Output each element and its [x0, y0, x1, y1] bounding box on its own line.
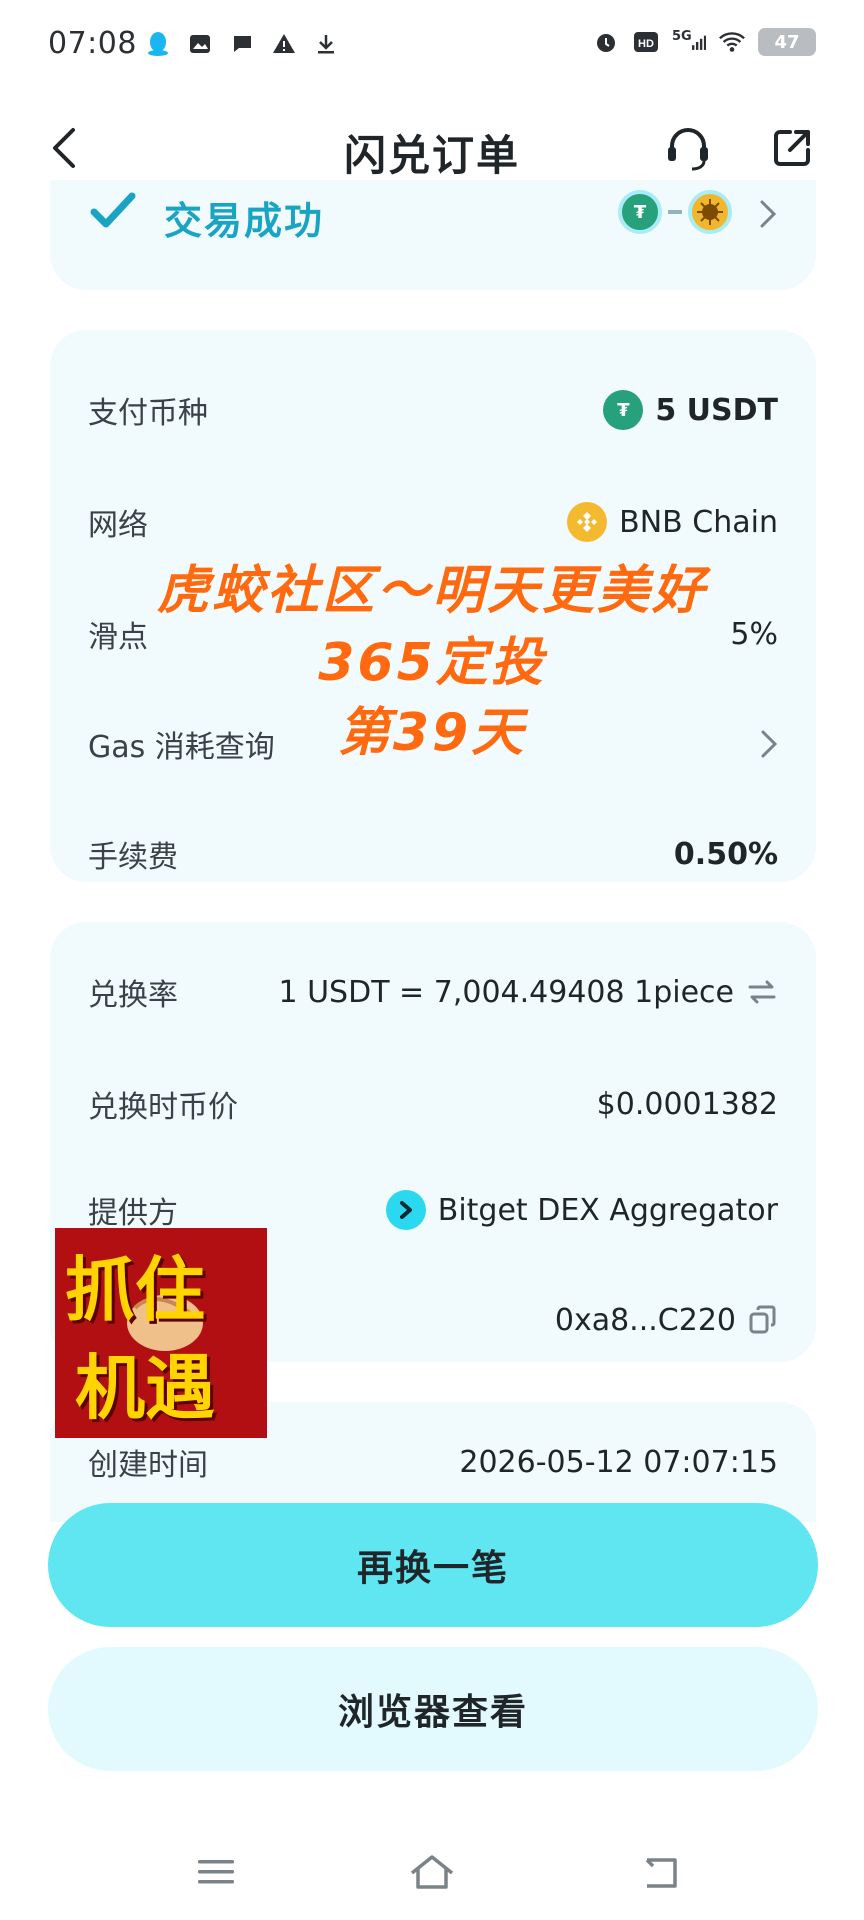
tether-icon: ₮: [603, 390, 644, 430]
message-icon: [228, 30, 256, 58]
trade-pair: ₮: [618, 190, 732, 234]
price-row: 兑换时币价 $0.0001382: [88, 1074, 778, 1134]
menu-button[interactable]: [184, 1840, 248, 1904]
provider-value: Bitget DEX Aggregator: [437, 1192, 778, 1228]
exchange-rate-value-wrap: 1 USDT = 7,004.49408 1piece: [278, 975, 778, 1010]
sticker-line-2: 机遇: [75, 1347, 215, 1429]
headset-icon: [668, 128, 708, 171]
seize-opportunity-sticker: 抓住 机遇: [55, 1228, 267, 1438]
bitget-icon: [385, 1190, 426, 1230]
created-time-label: 创建时间: [88, 1448, 208, 1483]
exchange-rate-value: 1 USDT = 7,004.49408 1piece: [278, 974, 734, 1010]
pair-separator: [668, 210, 682, 214]
exchange-rate-label: 兑换率: [88, 978, 178, 1013]
watermark-line-1: 虎蛟社区～明天更美好: [156, 561, 707, 621]
network-row: 网络 BNB Chain: [88, 492, 778, 552]
signal-icon: 5G: [672, 28, 706, 56]
usdt-coin-icon: ₮: [618, 190, 662, 234]
payment-coin-row: 支付币种 ₮ 5 USDT: [88, 380, 778, 440]
1piece-coin-icon: [688, 190, 732, 234]
network-label: 5G: [672, 28, 692, 44]
home-button[interactable]: [400, 1840, 464, 1904]
system-navigation-bar: [0, 1830, 864, 1920]
sticker-line-1: 抓住: [65, 1249, 205, 1331]
hd-icon: HD: [632, 28, 660, 56]
network-label: 网络: [88, 508, 148, 543]
warning-icon: [270, 30, 298, 58]
created-time-value: 2026-05-12 07:07:15: [459, 1444, 778, 1480]
payment-coin-label: 支付币种: [88, 396, 208, 431]
notification-icons: [144, 30, 340, 58]
price-value: $0.0001382: [596, 1086, 778, 1122]
alarm-icon: [592, 28, 620, 56]
download-icon: [312, 30, 340, 58]
contract-value-wrap: 0xa8...C220: [555, 1303, 778, 1338]
view-in-explorer-button[interactable]: 浏览器查看: [48, 1647, 818, 1771]
status-time: 07:08: [48, 26, 137, 61]
network-value-wrap: BNB Chain: [567, 502, 778, 542]
qq-icon: [144, 30, 172, 58]
contract-address: 0xa8...C220: [554, 1302, 736, 1338]
fee-label: 手续费: [88, 840, 178, 875]
created-time-row: 创建时间 2026-05-12 07:07:15: [88, 1432, 778, 1492]
watermark-line-3: 第39天: [337, 703, 527, 763]
swap-again-button[interactable]: 再换一笔: [48, 1503, 818, 1627]
exchange-rate-row: 兑换率 1 USDT = 7,004.49408 1piece: [88, 962, 778, 1022]
watermark-line-2: 365定投: [318, 633, 546, 693]
check-icon: [90, 192, 136, 228]
system-icons: HD 5G 47: [592, 28, 816, 56]
customer-service-button[interactable]: [652, 112, 724, 184]
status-bar: 07:08 HD 5G 47: [0, 0, 864, 92]
provider-value-wrap: Bitget DEX Aggregator: [385, 1190, 778, 1230]
battery-indicator: 47: [758, 28, 816, 56]
menu-icon: [198, 1860, 234, 1884]
chevron-right-icon: [752, 194, 784, 234]
provider-label: 提供方: [88, 1196, 178, 1231]
bnb-chain-icon: [567, 502, 608, 542]
copy-icon[interactable]: [748, 1304, 778, 1336]
payment-coin-value: 5 USDT: [655, 392, 778, 428]
share-button[interactable]: [756, 112, 828, 184]
fee-row: 手续费 0.50%: [88, 824, 778, 884]
return-icon: [645, 1858, 677, 1888]
trade-status-card[interactable]: 交易成功 ₮: [50, 180, 816, 290]
home-icon: [410, 1855, 454, 1889]
fee-value: 0.50%: [673, 836, 778, 872]
network-value: BNB Chain: [619, 504, 778, 540]
back-nav-button[interactable]: [628, 1840, 692, 1904]
price-label: 兑换时币价: [88, 1090, 238, 1125]
trade-status-text: 交易成功: [164, 199, 325, 243]
gallery-icon: [186, 30, 214, 58]
swap-icon[interactable]: [746, 977, 778, 1007]
wifi-icon: [718, 28, 746, 56]
hd-label: HD: [638, 38, 654, 50]
page-title: 闪兑订单: [343, 131, 520, 180]
share-icon: [774, 130, 810, 166]
payment-coin-value-wrap: ₮ 5 USDT: [603, 390, 778, 430]
